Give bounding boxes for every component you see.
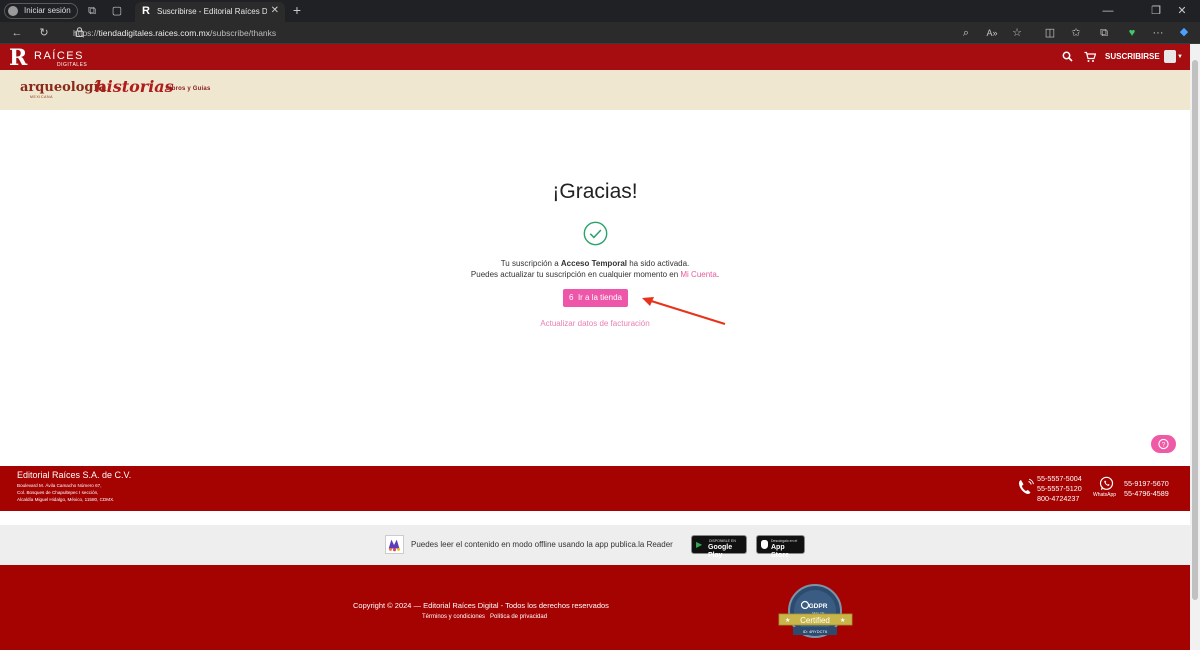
brand-historias[interactable]: historias — [95, 78, 174, 96]
plan-name: Acceso Temporal — [560, 259, 627, 268]
read-aloud-icon[interactable]: A» — [984, 26, 1000, 40]
google-play-badge[interactable]: ▶ DISPONIBLE EN Google Play — [691, 535, 747, 559]
scrollbar-thumb[interactable] — [1192, 60, 1198, 600]
company-name: Editorial Raíces S.A. de C.V. — [17, 470, 132, 480]
zoom-icon[interactable]: ⌕ — [958, 26, 974, 40]
workspaces-icon[interactable]: ⧉ — [84, 4, 100, 18]
browser-tab-active[interactable]: R Suscribirse - Editorial Raíces Digi ✕ — [135, 2, 285, 22]
phone-icon — [1019, 478, 1034, 495]
site-header — [0, 44, 1200, 70]
gdpr-certified: Certified — [800, 616, 830, 625]
copyright-text: Copyright © 2024 — Editorial Raíces Digi… — [353, 601, 609, 610]
split-screen-icon[interactable]: ◫ — [1042, 26, 1058, 40]
tab-actions-icon[interactable]: ▢ — [109, 4, 125, 18]
subscribe-link[interactable]: SUSCRIBIRSE — [1105, 52, 1160, 62]
update-message-post: . — [716, 270, 720, 279]
go-to-store-button[interactable]: 6 Ir a la tienda — [563, 289, 628, 307]
collections-icon[interactable]: ⧉ — [1096, 26, 1112, 40]
footer-spacer — [0, 511, 1200, 525]
more-menu-icon[interactable]: ··· — [1150, 26, 1166, 40]
site-favicon-icon: R — [142, 5, 150, 17]
activation-message-pre: Tu suscripción a — [500, 259, 561, 268]
address-line-2: Col. Bosques de Chapultepec I sección, — [17, 490, 99, 495]
whatsapp-icon — [1099, 476, 1114, 490]
phone-number[interactable]: 55-5557-5004 — [1037, 474, 1082, 483]
refresh-icon[interactable]: ↻ — [36, 26, 52, 40]
profile-avatar-icon — [8, 6, 18, 16]
browser-tab-bar: Iniciar sesión ⧉ ▢ R Suscribirse - Edito… — [0, 0, 1200, 22]
app-store-small: Descárgalo en el — [771, 539, 798, 543]
terms-link[interactable]: Términos y condiciones — [422, 613, 485, 621]
privacy-link[interactable]: Política de privacidad — [490, 613, 547, 621]
activation-message-post: ha sido activada. — [627, 259, 690, 268]
logo-text[interactable]: RAÍCES — [34, 51, 84, 62]
app-store-badge[interactable]: Descárgalo en el App Store — [756, 535, 805, 559]
lock-icon[interactable] — [75, 27, 84, 37]
gdpr-id: ID: 4RYDCT6 — [803, 629, 828, 634]
countdown-value: 6 — [569, 293, 574, 302]
update-message-pre: Puedes actualizar tu suscripción en cual… — [470, 270, 681, 279]
restore-icon[interactable]: ❐ — [1148, 4, 1164, 18]
address-line-3: Alcaldía Miguel Hidalgo, México, 11580, … — [17, 497, 115, 502]
url-host: tiendadigitales.raices.com.mx — [98, 28, 211, 38]
google-play-icon: ▶ — [696, 540, 703, 549]
reader-app-icon — [385, 535, 404, 554]
tab-title: Suscribirse - Editorial Raíces Digi — [157, 7, 267, 16]
brand-libros-guias[interactable]: Libros y Guías — [166, 85, 210, 93]
back-icon[interactable]: ← — [9, 26, 25, 40]
cart-icon[interactable] — [1084, 51, 1096, 63]
close-window-icon[interactable]: ✕ — [1174, 4, 1190, 18]
logo-letter[interactable]: R — [9, 47, 31, 69]
my-account-link[interactable]: Mi Cuenta — [680, 270, 716, 279]
chevron-down-icon[interactable]: ▼ — [1177, 53, 1183, 61]
question-icon: ? — [1158, 438, 1169, 450]
new-tab-icon[interactable]: + — [289, 3, 305, 17]
browser-essentials-icon[interactable]: ♥ — [1124, 26, 1140, 40]
close-tab-icon[interactable]: ✕ — [271, 5, 279, 17]
favorite-star-icon[interactable]: ☆ — [1009, 26, 1025, 40]
page-title: ¡Gracias! — [552, 180, 638, 203]
svg-text:★: ★ — [840, 617, 845, 624]
user-avatar-icon[interactable] — [1164, 50, 1176, 63]
brand-arqueologia-sub: MEXICANA — [30, 95, 54, 99]
google-play-small: DISPONIBLE EN — [709, 539, 736, 543]
whatsapp-label: WhatsApp — [1093, 492, 1117, 498]
address-bar: ← ↻ https://tiendadigitales.raices.com.m… — [0, 22, 1200, 44]
app-promo-text: Puedes leer el contenido en modo offline… — [411, 540, 673, 549]
activation-message: Tu suscripción a Acceso Temporal ha sido… — [430, 258, 760, 269]
signin-button[interactable]: Iniciar sesión — [4, 3, 78, 19]
check-circle-icon — [583, 221, 608, 246]
annotation-arrow-icon — [642, 297, 726, 326]
phone-number[interactable]: 55-5557-5120 — [1037, 484, 1082, 493]
favorites-icon[interactable]: ✩ — [1068, 26, 1084, 40]
phone-number[interactable]: 800-4724237 — [1037, 494, 1079, 503]
gdpr-certified-badge[interactable]: GDPR SEAL OF Certified ★ ★ ID: 4RYDCT6 — [778, 583, 853, 643]
url-path: /subscribe/thanks — [210, 28, 277, 38]
svg-text:?: ? — [1162, 441, 1166, 448]
search-icon[interactable] — [1062, 51, 1073, 62]
whatsapp-number[interactable]: 55-4796-4589 — [1124, 489, 1169, 498]
brand-arqueologia[interactable]: arqueología — [20, 80, 107, 96]
logo-subtext: DIGITALES — [57, 62, 88, 68]
svg-text:★: ★ — [785, 617, 790, 624]
address-line-1: Boulevard M. Ávila Camacho Número 67, — [17, 483, 102, 488]
copilot-icon[interactable]: ◆ — [1176, 25, 1192, 39]
signin-label: Iniciar sesión — [24, 6, 71, 15]
google-play-label: Google Play — [708, 544, 733, 559]
minimize-icon[interactable]: — — [1100, 4, 1116, 18]
go-to-store-label: Ir a la tienda — [577, 293, 622, 302]
apple-icon — [761, 540, 768, 549]
gdpr-title: GDPR — [809, 603, 828, 610]
help-button[interactable]: ? — [1151, 435, 1176, 453]
url-field[interactable]: https://tiendadigitales.raices.com.mx/su… — [73, 26, 633, 40]
whatsapp-number[interactable]: 55-9197-5670 — [1124, 479, 1169, 488]
app-store-label: App Store — [771, 544, 789, 559]
update-message: Puedes actualizar tu suscripción en cual… — [430, 269, 760, 280]
